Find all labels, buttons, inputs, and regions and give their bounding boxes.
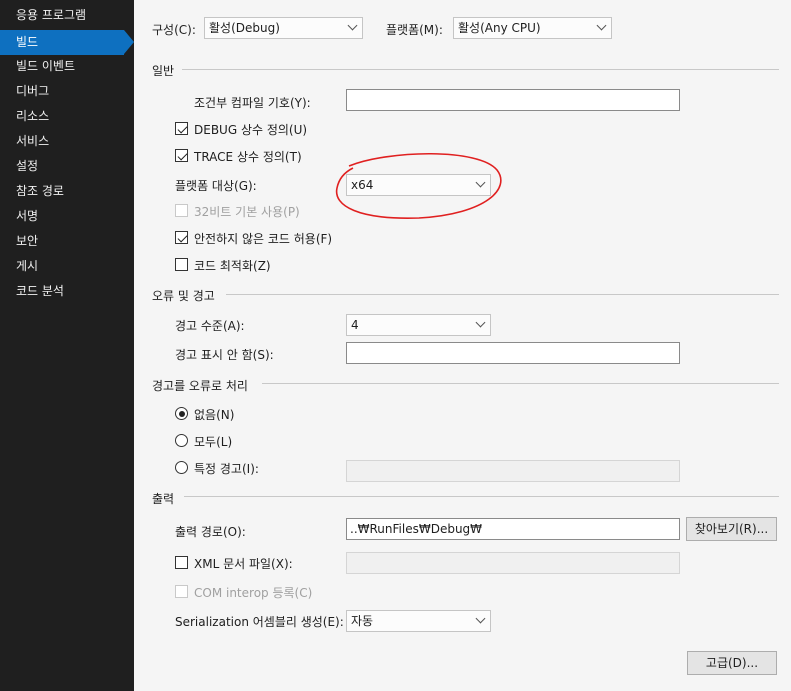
sidebar-item-resources[interactable]: 리소스 (0, 104, 124, 129)
platform-target-label: 플랫폼 대상(G): (175, 179, 257, 193)
output-path-label: 출력 경로(O): (175, 525, 246, 539)
chevron-down-icon (475, 317, 486, 328)
sidebar-item-settings[interactable]: 설정 (0, 154, 124, 179)
warning-level-dropdown[interactable]: 4 (346, 314, 491, 336)
sidebar-item-services[interactable]: 서비스 (0, 129, 124, 154)
sidebar-item-build-events[interactable]: 빌드 이벤트 (0, 54, 124, 79)
chevron-down-icon (347, 20, 358, 31)
treat-warnings-none-label: 없음(N) (194, 408, 235, 422)
serialization-label: Serialization 어셈블리 생성(E): (175, 615, 344, 629)
allow-unsafe-checkbox[interactable] (175, 231, 188, 244)
specific-warnings-input[interactable] (346, 460, 680, 482)
platform-label: 플랫폼(M): (386, 23, 443, 37)
sidebar-item-debug[interactable]: 디버그 (0, 79, 124, 104)
suppress-warnings-label: 경고 표시 안 함(S): (175, 348, 274, 362)
define-trace-label: TRACE 상수 정의(T) (194, 150, 302, 164)
platform-value: 활성(Any CPU) (458, 21, 541, 35)
conditional-symbols-label: 조건부 컴파일 기호(Y): (194, 96, 311, 110)
serialization-dropdown[interactable]: 자동 (346, 610, 491, 632)
define-trace-checkbox[interactable] (175, 149, 188, 162)
sidebar-item-publish[interactable]: 게시 (0, 254, 124, 279)
conditional-symbols-input[interactable] (346, 89, 680, 111)
active-indicator-arrow (124, 30, 134, 54)
chevron-down-icon (596, 20, 607, 31)
treat-warnings-all-label: 모두(L) (194, 435, 233, 449)
prefer-32bit-checkbox[interactable] (175, 204, 188, 217)
xml-doc-input[interactable] (346, 552, 680, 574)
section-divider (262, 383, 779, 384)
configuration-value: 활성(Debug) (209, 21, 280, 35)
optimize-code-label: 코드 최적화(Z) (194, 259, 271, 273)
section-divider (184, 496, 779, 497)
section-divider (226, 294, 779, 295)
checkmark-icon (177, 150, 187, 160)
xml-doc-label: XML 문서 파일(X): (194, 557, 293, 571)
general-section-title: 일반 (152, 64, 175, 78)
red-circle-annotation (335, 152, 502, 219)
treat-warnings-all-radio[interactable] (175, 434, 188, 447)
build-properties-panel: 구성(C): 활성(Debug) 플랫폼(M): 활성(Any CPU) 일반 … (134, 0, 791, 691)
browse-button[interactable]: 찾아보기(R)... (686, 517, 777, 541)
com-interop-checkbox[interactable] (175, 585, 188, 598)
configuration-label: 구성(C): (152, 23, 196, 37)
errors-section-title: 오류 및 경고 (152, 289, 215, 303)
checkmark-icon (177, 123, 187, 133)
sidebar-item-build[interactable]: 빌드 (0, 30, 124, 55)
treat-warnings-specific-radio[interactable] (175, 461, 188, 474)
treat-warnings-section-title: 경고를 오류로 처리 (152, 379, 248, 393)
output-section-title: 출력 (152, 492, 175, 506)
serialization-value: 자동 (351, 614, 374, 628)
allow-unsafe-label: 안전하지 않은 코드 허용(F) (194, 232, 333, 246)
warning-level-label: 경고 수준(A): (175, 319, 245, 333)
suppress-warnings-input[interactable] (346, 342, 680, 364)
checkmark-icon (177, 232, 187, 242)
configuration-dropdown[interactable]: 활성(Debug) (204, 17, 363, 39)
sidebar: 응용 프로그램 빌드 빌드 이벤트 디버그 리소스 서비스 설정 참조 경로 서… (0, 0, 134, 691)
output-path-input[interactable]: ..₩RunFiles₩Debug₩ (346, 518, 680, 540)
section-divider (182, 69, 779, 70)
com-interop-label: COM interop 등록(C) (194, 586, 313, 600)
radio-selected-dot (178, 410, 185, 417)
define-debug-checkbox[interactable] (175, 122, 188, 135)
sidebar-item-security[interactable]: 보안 (0, 229, 124, 254)
treat-warnings-specific-label: 특정 경고(I): (194, 462, 259, 476)
chevron-down-icon (475, 613, 486, 624)
sidebar-item-code-analysis[interactable]: 코드 분석 (0, 279, 124, 304)
define-debug-label: DEBUG 상수 정의(U) (194, 123, 308, 137)
sidebar-item-signing[interactable]: 서명 (0, 204, 124, 229)
prefer-32bit-label: 32비트 기본 사용(P) (194, 205, 300, 219)
warning-level-value: 4 (351, 318, 359, 332)
sidebar-item-reference-paths[interactable]: 참조 경로 (0, 179, 124, 204)
advanced-button[interactable]: 고급(D)... (687, 651, 777, 675)
treat-warnings-none-radio[interactable] (175, 407, 188, 420)
sidebar-item-application[interactable]: 응용 프로그램 (0, 3, 124, 28)
xml-doc-checkbox[interactable] (175, 556, 188, 569)
optimize-code-checkbox[interactable] (175, 258, 188, 271)
platform-dropdown[interactable]: 활성(Any CPU) (453, 17, 612, 39)
